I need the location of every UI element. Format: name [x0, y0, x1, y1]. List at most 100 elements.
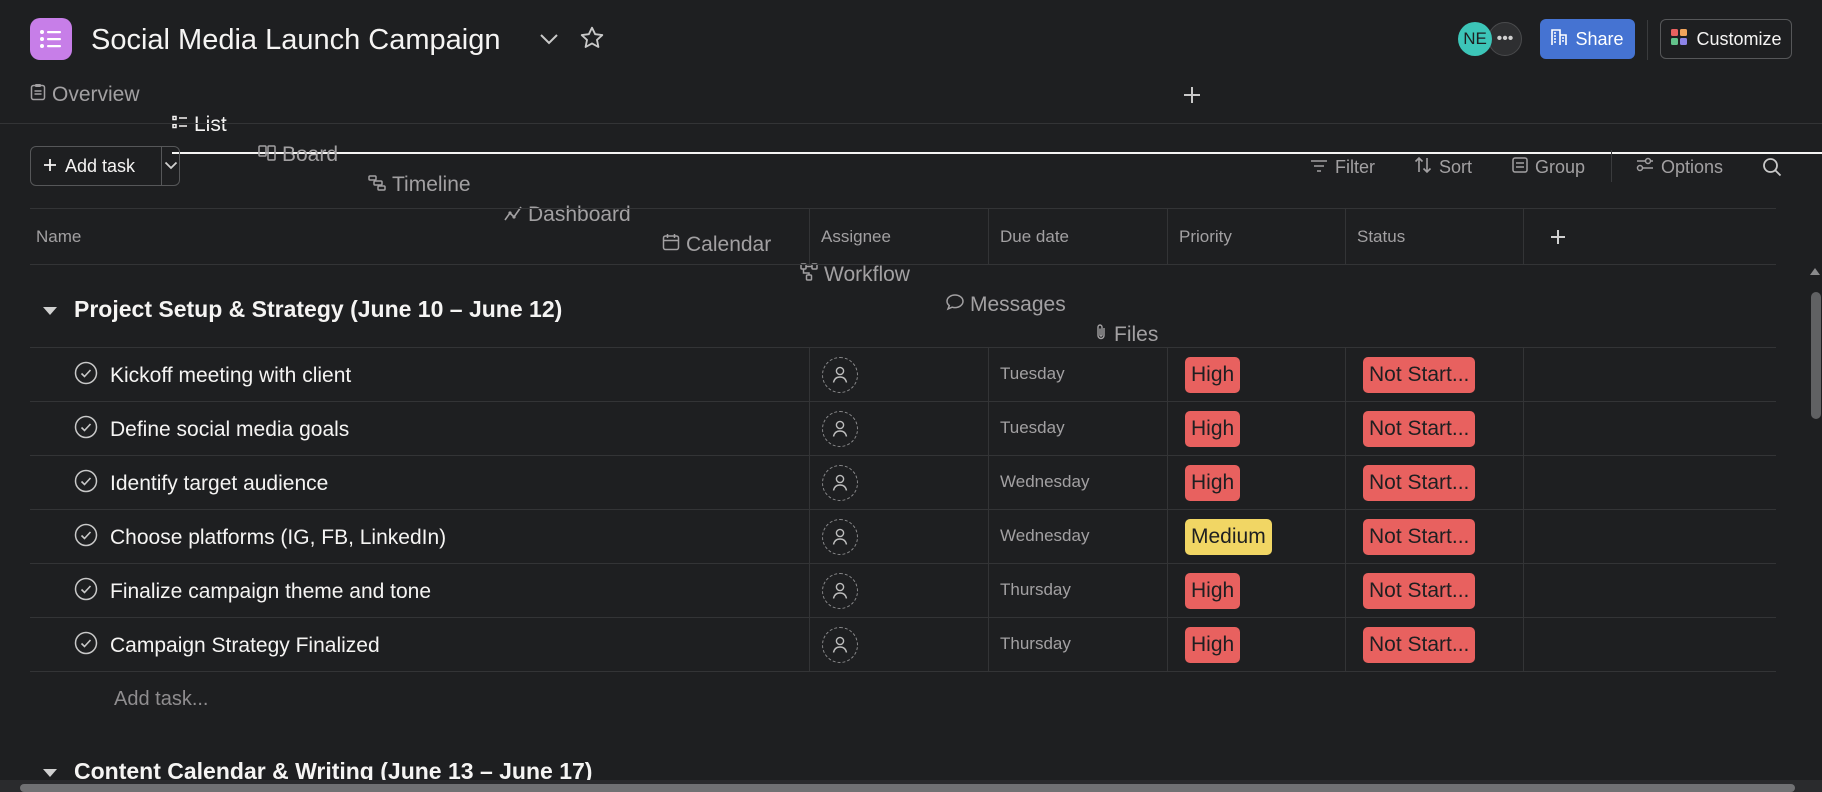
- task-name-cell[interactable]: Finalize campaign theme and tone: [74, 577, 431, 607]
- due-date[interactable]: Thursday: [1000, 580, 1071, 600]
- section-title: Project Setup & Strategy (June 10 – June…: [74, 296, 563, 322]
- add-task-split-button[interactable]: Add task: [30, 146, 180, 186]
- tab-list[interactable]: List: [172, 110, 1822, 154]
- due-date[interactable]: Tuesday: [1000, 418, 1065, 438]
- assignee-placeholder-icon[interactable]: [822, 357, 858, 393]
- due-date[interactable]: Wednesday: [1000, 526, 1089, 546]
- status-badge[interactable]: Not Start...: [1363, 573, 1476, 609]
- check-circle-icon[interactable]: [74, 415, 98, 445]
- tab-files[interactable]: Files: [1094, 320, 1822, 350]
- sort-button[interactable]: Sort: [1414, 155, 1472, 179]
- column-divider: [1167, 208, 1168, 265]
- task-name: Choose platforms (IG, FB, LinkedIn): [110, 526, 447, 549]
- priority-badge[interactable]: High: [1185, 357, 1241, 393]
- column-header-due-date[interactable]: Due date: [994, 208, 1168, 265]
- building-icon: [1551, 28, 1568, 51]
- column-header-priority[interactable]: Priority: [1173, 208, 1347, 265]
- due-date[interactable]: Tuesday: [1000, 364, 1065, 384]
- check-circle-icon[interactable]: [74, 361, 98, 391]
- task-name-cell[interactable]: Campaign Strategy Finalized: [74, 631, 380, 661]
- tabs-divider: [0, 123, 1822, 124]
- column-header-assignee[interactable]: Assignee: [815, 208, 989, 265]
- share-label: Share: [1575, 28, 1624, 49]
- scroll-up-arrow-icon[interactable]: [1810, 268, 1820, 275]
- status-badge[interactable]: Not Start...: [1363, 357, 1476, 393]
- priority-badge[interactable]: Medium: [1185, 519, 1272, 555]
- task-name: Campaign Strategy Finalized: [110, 634, 380, 657]
- column-divider: [1523, 208, 1524, 265]
- tab-messages[interactable]: Messages: [946, 290, 1822, 320]
- assignee-placeholder-icon[interactable]: [822, 411, 858, 447]
- avatar[interactable]: NE: [1458, 22, 1492, 56]
- tab-overview[interactable]: Overview: [30, 80, 1822, 110]
- add-task-inline[interactable]: Add task...: [114, 688, 209, 711]
- assignee-placeholder-icon[interactable]: [822, 627, 858, 663]
- options-button[interactable]: Options: [1636, 155, 1723, 179]
- status-badge[interactable]: Not Start...: [1363, 411, 1476, 447]
- sort-icon: [1414, 156, 1432, 179]
- paperclip-icon: [1094, 323, 1108, 347]
- star-icon[interactable]: [578, 24, 606, 52]
- task-name-cell[interactable]: Identify target audience: [74, 469, 328, 499]
- assignee-placeholder-icon[interactable]: [822, 573, 858, 609]
- customize-button[interactable]: Customize: [1660, 19, 1792, 59]
- board-icon: [258, 143, 276, 167]
- plus-icon: [43, 156, 57, 177]
- add-task-button[interactable]: Add task: [31, 147, 162, 185]
- column-divider: [1345, 208, 1346, 265]
- priority-badge[interactable]: High: [1185, 627, 1241, 663]
- customize-label: Customize: [1696, 28, 1782, 49]
- column-header-status[interactable]: Status: [1351, 208, 1525, 265]
- more-members-icon[interactable]: •••: [1488, 22, 1522, 56]
- customize-grid-icon: [1670, 28, 1688, 51]
- task-name: Define social media goals: [110, 418, 350, 441]
- check-circle-icon[interactable]: [74, 577, 98, 607]
- task-name-cell[interactable]: Kickoff meeting with client: [74, 361, 351, 391]
- tab-label: Board: [282, 143, 339, 166]
- column-divider: [1523, 348, 1524, 672]
- horizontal-scrollbar-thumb[interactable]: [20, 784, 1795, 792]
- tab-label: Overview: [52, 83, 140, 106]
- section-header[interactable]: Project Setup & Strategy (June 10 – June…: [42, 296, 562, 323]
- tab-label: Files: [1114, 323, 1159, 346]
- share-button[interactable]: Share: [1540, 19, 1635, 59]
- group-button[interactable]: Group: [1512, 155, 1585, 179]
- caret-down-icon[interactable]: [42, 296, 58, 323]
- assignee-placeholder-icon[interactable]: [822, 519, 858, 555]
- vertical-scrollbar-thumb[interactable]: [1811, 292, 1821, 419]
- check-circle-icon[interactable]: [74, 631, 98, 661]
- column-divider: [1345, 348, 1346, 672]
- add-column-plus-icon[interactable]: [1546, 225, 1570, 249]
- add-tab-plus-icon[interactable]: [1180, 82, 1204, 108]
- due-date[interactable]: Wednesday: [1000, 472, 1089, 492]
- column-divider: [809, 208, 810, 265]
- tab-board[interactable]: Board: [258, 140, 1822, 170]
- add-task-dropdown-button[interactable]: [162, 147, 179, 185]
- tab-timeline[interactable]: Timeline: [368, 170, 1822, 200]
- status-badge[interactable]: Not Start...: [1363, 627, 1476, 663]
- chevron-down-icon[interactable]: [536, 26, 562, 52]
- timeline-icon: [368, 173, 386, 197]
- status-badge[interactable]: Not Start...: [1363, 465, 1476, 501]
- column-divider: [988, 348, 989, 672]
- assignee-placeholder-icon[interactable]: [822, 465, 858, 501]
- group-label: Group: [1535, 156, 1586, 177]
- check-circle-icon[interactable]: [74, 523, 98, 553]
- due-date[interactable]: Thursday: [1000, 634, 1071, 654]
- filter-button[interactable]: Filter: [1310, 155, 1375, 179]
- project-title[interactable]: Social Media Launch Campaign: [91, 20, 500, 60]
- search-icon[interactable]: [1760, 154, 1784, 180]
- column-header-name[interactable]: Name: [30, 208, 810, 265]
- check-circle-icon[interactable]: [74, 469, 98, 499]
- priority-badge[interactable]: High: [1185, 465, 1241, 501]
- status-badge[interactable]: Not Start...: [1363, 519, 1476, 555]
- project-list-icon[interactable]: [30, 18, 72, 60]
- tab-label: Workflow: [824, 263, 910, 286]
- priority-badge[interactable]: High: [1185, 573, 1241, 609]
- column-divider: [988, 208, 989, 265]
- task-name-cell[interactable]: Choose platforms (IG, FB, LinkedIn): [74, 523, 446, 553]
- priority-badge[interactable]: High: [1185, 411, 1241, 447]
- filter-label: Filter: [1335, 156, 1375, 177]
- tab-label: List: [194, 113, 227, 136]
- task-name-cell[interactable]: Define social media goals: [74, 415, 349, 445]
